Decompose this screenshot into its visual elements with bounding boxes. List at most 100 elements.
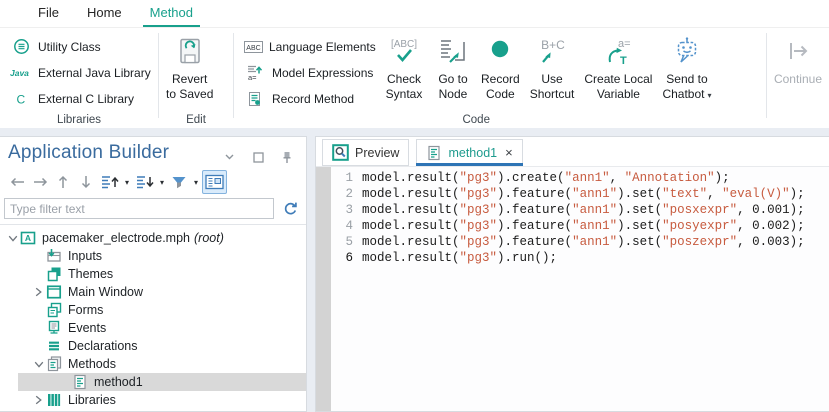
move-up-button[interactable] [98, 172, 121, 192]
chevron-down-icon[interactable]: ▾ [191, 178, 201, 187]
ribbon-item-external-c-library[interactable]: CExternal C Library [6, 87, 156, 110]
ribbon-button-record-code[interactable]: RecordCode [476, 31, 525, 103]
svg-text:a=: a= [248, 73, 257, 81]
code-token: model.result( [362, 187, 460, 201]
code-lines: 1model.result("pg3").create("ann1", "Ann… [331, 170, 829, 266]
code-token: ); [790, 187, 805, 201]
record-method-icon [244, 91, 266, 107]
ribbon-item-utility-class[interactable]: Utility Class [6, 35, 156, 58]
ribbon-tab-home[interactable]: Home [73, 0, 136, 27]
forms-icon [46, 302, 62, 318]
down-icon [80, 174, 92, 190]
code-token: ).set( [617, 187, 662, 201]
code-line: 4model.result("pg3").feature("ann1").set… [331, 218, 829, 234]
ribbon-tab-method[interactable]: Method [136, 0, 207, 27]
chevron-down-icon[interactable] [6, 235, 19, 242]
ribbon-button-continue[interactable]: Continue [769, 31, 827, 88]
code-line: 3model.result("pg3").feature("ann1").set… [331, 202, 829, 218]
code-token: ).set( [617, 235, 662, 249]
code-token: , [707, 187, 722, 201]
ribbon-button-check-syntax[interactable]: [ABC]CheckSyntax [378, 31, 430, 103]
label-line: Record [481, 72, 520, 87]
code-small-items: ABCLanguage Elements a= Model Expressions R… [236, 28, 378, 113]
tree-item-method1[interactable]: method1 [0, 373, 306, 391]
ribbon-item-label: Utility Class [38, 40, 101, 54]
editor-tab-preview[interactable]: Preview [322, 139, 409, 166]
inputs-icon [46, 248, 62, 264]
close-icon[interactable]: × [505, 146, 513, 159]
move-down-button[interactable] [133, 172, 156, 192]
code-token: , 0.003); [737, 235, 805, 249]
chevron-right-icon[interactable] [32, 287, 45, 297]
ribbon-button-label: Go toNode [438, 72, 467, 102]
c-icon: C [10, 92, 32, 106]
model-builder-toggle-button[interactable] [202, 170, 227, 194]
editor-tab-label: method1 [448, 146, 497, 160]
utility-class-icon [10, 38, 32, 55]
ribbon-button-send-to-chatbot[interactable]: Send toChatbot▾ [657, 31, 716, 104]
string-literal: "Annotation" [625, 171, 715, 185]
continue-icon [780, 35, 816, 69]
filter-input[interactable] [4, 198, 274, 219]
chevron-down-button[interactable] [218, 147, 240, 167]
ribbon-button-use-shortcut[interactable]: B+CUseShortcut [525, 31, 580, 103]
filter-button[interactable] [168, 172, 190, 192]
tree-item-inputs[interactable]: Inputs [0, 247, 306, 265]
ribbon-item-language-elements[interactable]: ABCLanguage Elements [240, 35, 378, 58]
code-token: , [610, 171, 625, 185]
pin-icon [282, 151, 292, 164]
tree-item-label: Methods [68, 357, 116, 371]
panel-title: Application Builder [8, 142, 218, 164]
libraries-items: Utility Class JavaExternal Java Library CE… [2, 28, 156, 110]
label-line: Continue [774, 72, 822, 87]
line-number: 6 [331, 250, 362, 266]
down-button[interactable] [75, 172, 97, 192]
check-syntax-icon: [ABC] [383, 35, 425, 69]
pin-button[interactable] [276, 147, 298, 167]
float-button[interactable] [247, 147, 269, 167]
tree-item-forms[interactable]: Forms [0, 301, 306, 319]
chevron-right-icon[interactable] [32, 395, 45, 405]
ribbon-item-label: Model Expressions [272, 66, 373, 80]
ribbon-button-label: CheckSyntax [386, 72, 423, 102]
tree-item-main-window[interactable]: Main Window [0, 283, 306, 301]
breakpoint-gutter[interactable] [316, 167, 331, 411]
ribbon-button-label: Revertto Saved [166, 72, 213, 102]
code-editor[interactable]: 1model.result("pg3").create("ann1", "Ann… [316, 167, 829, 411]
line-number: 5 [331, 234, 362, 250]
ribbon-button-create-local-variable[interactable]: a=TCreate LocalVariable [579, 31, 657, 103]
back-button[interactable] [6, 172, 28, 192]
ribbon-item-model-expressions[interactable]: a= Model Expressions [240, 61, 378, 84]
code-line: 1model.result("pg3").create("ann1", "Ann… [331, 170, 829, 186]
ribbon-button-icon-wrap [483, 32, 517, 72]
svg-text:a=: a= [618, 38, 631, 50]
string-literal: "pg3" [460, 235, 498, 249]
chevron-down-icon[interactable] [32, 361, 45, 368]
up-button[interactable] [52, 172, 74, 192]
refresh-button[interactable] [279, 199, 301, 219]
label-line: Check [386, 72, 423, 87]
tree-item-methods[interactable]: Methods [0, 355, 306, 373]
ribbon-tab-file[interactable]: File [24, 0, 73, 27]
tree-item-libraries[interactable]: Libraries [0, 391, 306, 409]
ribbon-item-record-method[interactable]: Record Method [240, 87, 378, 110]
ribbon-item-external-java-library[interactable]: JavaExternal Java Library [6, 61, 156, 84]
code-buttons: [ABC]CheckSyntax Go toNode RecordCodeB+CUs… [378, 28, 716, 113]
tree-item-events[interactable]: Events [0, 319, 306, 337]
chevron-down-icon[interactable]: ▾ [122, 178, 132, 187]
code-line: 5model.result("pg3").feature("ann1").set… [331, 234, 829, 250]
tree-item-declarations[interactable]: Declarations [0, 337, 306, 355]
filter-icon [171, 175, 187, 190]
ribbon-button-go-to-node[interactable]: Go toNode [430, 31, 476, 103]
group-label-edit: Edit [159, 114, 233, 126]
editor-tab-bar: Preview method1 × [316, 137, 829, 167]
move-up-icon [100, 174, 119, 190]
forward-button[interactable] [29, 172, 51, 192]
tree-item-pacemaker-electrode-mph[interactable]: Apacemaker_electrode.mph(root) [0, 229, 306, 247]
tree-item-themes[interactable]: Themes [0, 265, 306, 283]
code-token: model.result( [362, 219, 460, 233]
string-literal: "pg3" [460, 251, 498, 265]
editor-tab-method1[interactable]: method1 × [416, 139, 522, 166]
ribbon-button-revert-to-saved[interactable]: Revertto Saved [161, 31, 218, 103]
chevron-down-icon[interactable]: ▾ [157, 178, 167, 187]
